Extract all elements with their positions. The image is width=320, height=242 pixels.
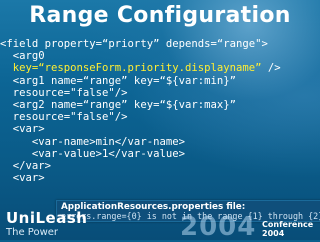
code-text: <var> xyxy=(0,123,45,136)
brand-logo: UniLeash The Power xyxy=(6,211,87,238)
conference-line1: Conference xyxy=(262,220,314,229)
conference-badge: Conference 2004 xyxy=(262,220,313,238)
code-line: <arg2 name=“range” key=“${var:max}” xyxy=(0,99,320,111)
code-line: <var-name>min</var-name> xyxy=(0,136,320,148)
code-text: <var> xyxy=(0,172,45,185)
code-text: <var-value>1</var-value> xyxy=(0,147,185,160)
code-text: <arg1 name=“range” key=“${var:min}” xyxy=(0,74,236,87)
code-line: <var> xyxy=(0,123,320,135)
brand-year: 2004 xyxy=(180,212,257,242)
code-text: <arg0 xyxy=(0,50,45,63)
code-block: <field property=“priorty” depends=“range… xyxy=(0,38,320,184)
code-line: <var> xyxy=(0,172,320,184)
code-line: <var-value>1</var-value> xyxy=(0,148,320,160)
slide-title: Range Configuration xyxy=(29,3,291,28)
code-text: </var> xyxy=(0,159,52,172)
code-line: resource="false"/> xyxy=(0,87,320,99)
code-line: <arg0 xyxy=(0,50,320,62)
code-text: resource="false"/> xyxy=(0,111,128,124)
code-line: <field property=“priorty” depends=“range… xyxy=(0,38,320,50)
code-text: resource="false"/> xyxy=(0,86,128,99)
conference-line2: 2004 xyxy=(262,229,285,238)
code-highlight: key=“responseForm.priority.displayname” xyxy=(0,62,262,75)
code-line: key=“responseForm.priority.displayname” … xyxy=(0,62,320,74)
code-line: resource="false"/> xyxy=(0,111,320,123)
code-text: <field property=“priorty” depends=“range… xyxy=(0,38,268,50)
code-line: </var> xyxy=(0,160,320,172)
code-line: <arg1 name=“range” key=“${var:min}” xyxy=(0,75,320,87)
code-text: /> xyxy=(261,62,281,75)
code-text: <var-name>min</var-name> xyxy=(0,135,185,148)
code-text: <arg2 name=“range” key=“${var:max}” xyxy=(0,98,236,111)
brand-tagline: The Power xyxy=(6,227,59,238)
brand-name: UniLeash xyxy=(6,209,88,227)
